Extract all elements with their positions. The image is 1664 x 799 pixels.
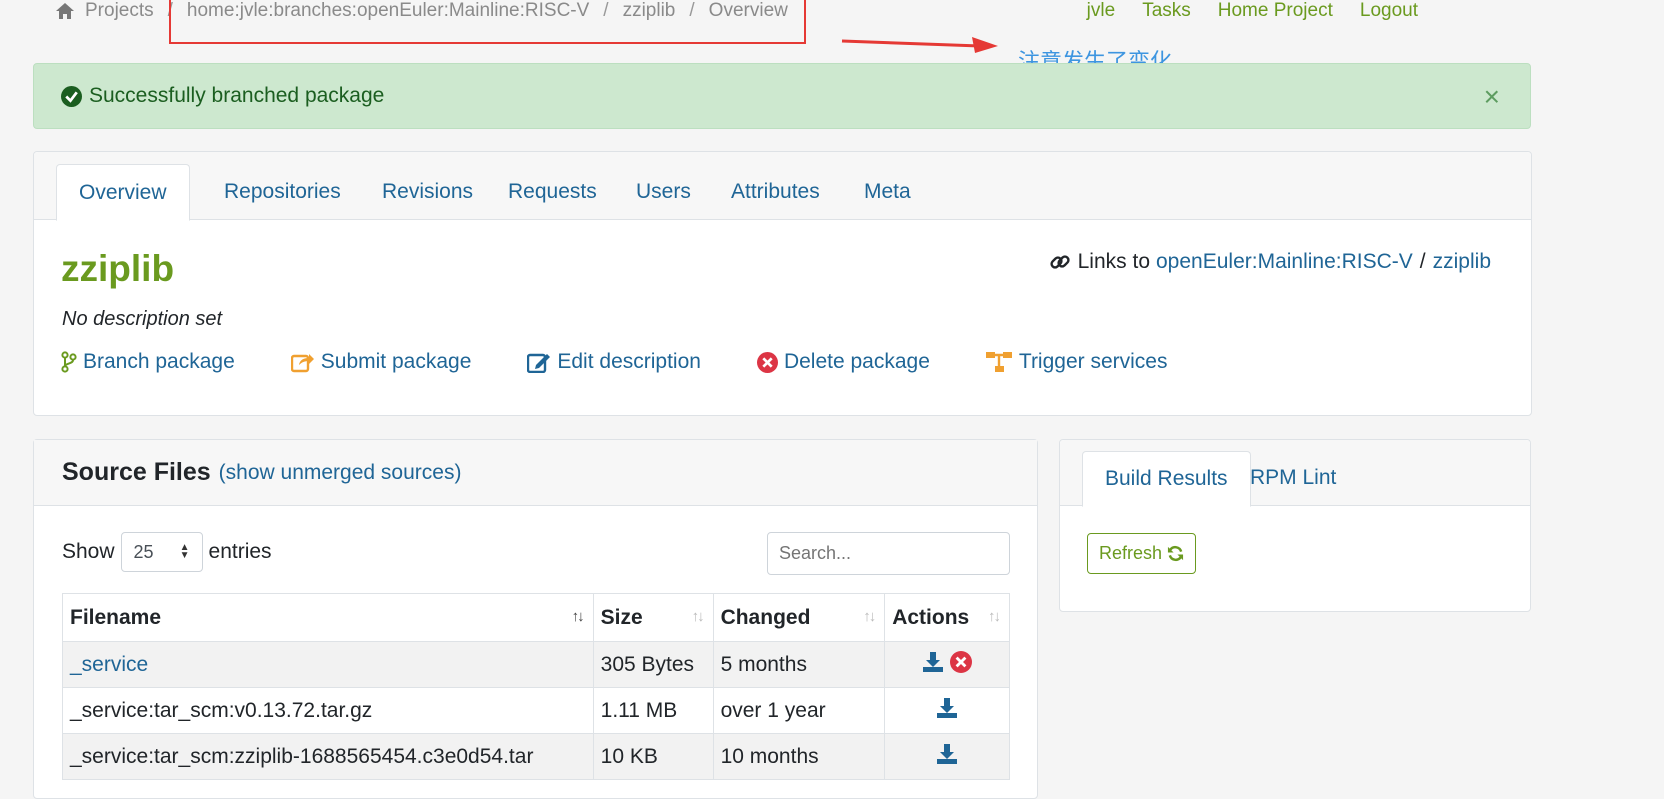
table-row: _service:tar_scm:v0.13.72.tar.gz 1.11 MB…: [62, 687, 1010, 734]
col-filename-label: Filename: [70, 605, 162, 629]
success-alert: Successfully branched package ×: [33, 63, 1531, 129]
table-row: _service 305 Bytes 5 months: [62, 641, 1010, 688]
sitemap-icon: [985, 352, 1012, 372]
submit-package-button[interactable]: Submit package: [290, 350, 472, 374]
col-actions[interactable]: Actions ↑↓: [884, 593, 1010, 642]
file-changed: over 1 year: [712, 687, 886, 734]
tab-requests[interactable]: Requests: [486, 164, 619, 221]
filename-link[interactable]: _service: [62, 641, 594, 688]
source-files-table: Filename ↑↓ Size ↑↓ Changed ↑↓ Actions ↑↓ _s…: [62, 593, 1010, 780]
edit-description-label: Edit description: [557, 350, 701, 373]
annotation-highlight-box: [169, 0, 806, 44]
annotation-arrow-icon: [841, 37, 998, 53]
sort-asc-icon: ↑↓: [571, 608, 585, 625]
nav-logout[interactable]: Logout: [1360, 0, 1418, 22]
tab-meta[interactable]: Meta: [842, 164, 933, 221]
package-actions: Branch package Submit package Edit descr…: [61, 350, 1223, 374]
page-size-value: 25: [133, 541, 154, 562]
file-changed: 10 months: [712, 733, 886, 780]
search-input[interactable]: [767, 532, 1010, 575]
times-circle-icon: [756, 351, 778, 373]
table-header-row: Filename ↑↓ Size ↑↓ Changed ↑↓ Actions ↑↓: [62, 593, 1010, 642]
build-tabs: Build Results RPM Lint: [1060, 440, 1530, 507]
page-size-control: Show 25 ▲ ▼ entries: [62, 532, 272, 572]
close-icon[interactable]: ×: [1484, 83, 1500, 111]
package-card: Overview Repositories Revisions Requests…: [33, 151, 1532, 416]
package-name: zziplib: [61, 248, 175, 289]
branch-package-label: Branch package: [83, 350, 235, 373]
tab-revisions[interactable]: Revisions: [360, 164, 495, 221]
col-size-label: Size: [600, 605, 643, 629]
refresh-icon: [1167, 545, 1184, 562]
col-size[interactable]: Size ↑↓: [592, 593, 714, 642]
sort-icon: ↑↓: [691, 608, 705, 625]
file-actions: [884, 641, 1010, 688]
file-size: 1.11 MB: [592, 687, 714, 734]
link-icon: [1050, 255, 1070, 269]
sort-icon: ↑↓: [988, 608, 1001, 625]
refresh-label: Refresh: [1099, 543, 1163, 563]
tab-overview[interactable]: Overview: [56, 164, 190, 221]
download-icon[interactable]: [936, 743, 958, 765]
breadcrumb-projects[interactable]: Projects: [85, 0, 154, 22]
package-tabs: Overview Repositories Revisions Requests…: [34, 152, 1531, 221]
download-icon[interactable]: [922, 651, 944, 673]
top-navbar: Projects / home:jvle:branches:openEuler:…: [0, 0, 1664, 75]
table-row: _service:tar_scm:zziplib-1688565454.c3e0…: [62, 733, 1010, 780]
links-to: Links to openEuler:Mainline:RISC-V / zzi…: [1049, 250, 1491, 274]
links-to-separator: /: [1419, 250, 1426, 273]
source-files-header: Source Files (show unmerged sources): [34, 440, 1037, 506]
delete-file-icon[interactable]: [950, 650, 973, 673]
show-label: Show: [62, 540, 115, 563]
branch-package-button[interactable]: Branch package: [61, 350, 235, 374]
check-circle-icon: [61, 85, 82, 107]
refresh-button[interactable]: Refresh: [1087, 533, 1197, 574]
entries-label: entries: [208, 540, 272, 563]
page-size-select[interactable]: 25 ▲ ▼: [120, 532, 203, 572]
file-size: 10 KB: [592, 733, 714, 780]
submit-package-label: Submit package: [320, 350, 472, 373]
tab-repositories[interactable]: Repositories: [202, 164, 363, 221]
file-changed: 5 months: [712, 641, 886, 688]
filename: _service:tar_scm:v0.13.72.tar.gz: [62, 687, 594, 734]
build-results-card: Build Results RPM Lint Refresh: [1059, 439, 1531, 612]
tab-build-results[interactable]: Build Results: [1082, 451, 1251, 507]
file-size: 305 Bytes: [592, 641, 714, 688]
links-to-project[interactable]: openEuler:Mainline:RISC-V: [1156, 250, 1413, 274]
delete-package-label: Delete package: [783, 350, 930, 373]
col-changed[interactable]: Changed ↑↓: [712, 593, 886, 642]
links-to-label: Links to: [1077, 250, 1150, 273]
trigger-services-button[interactable]: Trigger services: [985, 350, 1168, 374]
nav-user[interactable]: jvle: [1087, 0, 1116, 22]
alert-message: Successfully branched package: [89, 84, 385, 107]
edit-description-button[interactable]: Edit description: [527, 350, 701, 374]
user-nav: jvle Tasks Home Project Logout: [1087, 0, 1418, 22]
share-square-icon: [290, 354, 314, 373]
links-to-package[interactable]: zziplib: [1433, 250, 1491, 274]
tab-rpm-lint[interactable]: RPM Lint: [1228, 451, 1358, 507]
edit-icon: [527, 353, 551, 373]
tab-attributes[interactable]: Attributes: [709, 164, 842, 221]
nav-tasks[interactable]: Tasks: [1142, 0, 1191, 22]
tab-users[interactable]: Users: [614, 164, 713, 221]
source-files-card: Source Files (show unmerged sources) Sho…: [33, 439, 1038, 799]
col-changed-label: Changed: [720, 605, 811, 629]
col-actions-label: Actions: [892, 605, 970, 629]
file-actions: [884, 733, 1010, 780]
trigger-services-label: Trigger services: [1018, 350, 1168, 373]
sort-icon: ↑↓: [863, 608, 876, 625]
code-branch-icon: [61, 351, 77, 373]
show-unmerged-sources-link[interactable]: (show unmerged sources): [219, 461, 462, 485]
filename: _service:tar_scm:zziplib-1688565454.c3e0…: [62, 733, 594, 780]
home-icon[interactable]: [55, 2, 75, 20]
source-files-title: Source Files: [62, 458, 211, 486]
col-filename[interactable]: Filename ↑↓: [62, 593, 594, 642]
sort-caret-icon: ▲ ▼: [179, 542, 190, 561]
delete-package-button[interactable]: Delete package: [756, 350, 930, 374]
nav-home-project[interactable]: Home Project: [1218, 0, 1333, 22]
file-actions: [884, 687, 1010, 734]
download-icon[interactable]: [936, 697, 958, 719]
package-description: No description set: [62, 308, 223, 330]
